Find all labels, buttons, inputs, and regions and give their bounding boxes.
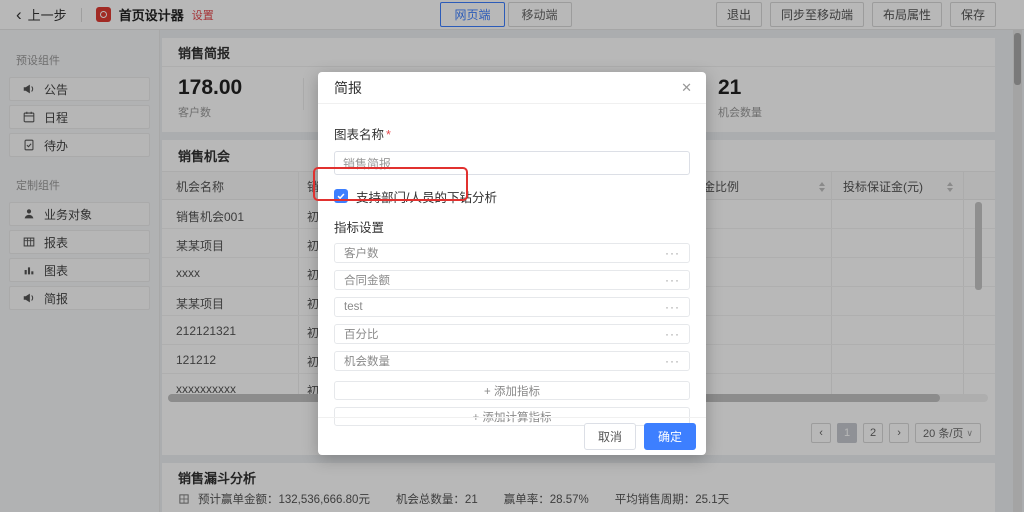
modal-title: 简报 <box>334 78 362 98</box>
required-asterisk: * <box>386 128 391 142</box>
cancel-button[interactable]: 取消 <box>584 423 636 450</box>
modal-footer: 取消 确定 <box>318 417 706 455</box>
more-options-icon[interactable]: ··· <box>665 354 680 368</box>
metrics-settings-label: 指标设置 <box>334 217 690 236</box>
metric-row[interactable]: 百分比 ··· <box>334 324 690 344</box>
metric-row[interactable]: 客户数 ··· <box>334 243 690 263</box>
chart-name-label: 图表名称* <box>334 124 690 143</box>
modal-body: 图表名称* 支持部门/人员的下钻分析 指标设置 客户数 ··· 合同金额 ···… <box>318 124 706 426</box>
check-icon <box>336 191 346 201</box>
more-options-icon[interactable]: ··· <box>665 327 680 341</box>
brief-settings-modal: 简报 ✕ 图表名称* 支持部门/人员的下钻分析 指标设置 客户数 ··· 合同金… <box>318 72 706 455</box>
drill-down-label: 支持部门/人员的下钻分析 <box>356 187 497 206</box>
homepage-designer-screen: ‹ 上一步 首页设计器 设置 网页端 移动端 退出 同步至移动端 布局属性 保存… <box>0 0 1024 512</box>
more-options-icon[interactable]: ··· <box>665 246 680 260</box>
confirm-button[interactable]: 确定 <box>644 423 696 450</box>
chart-name-input[interactable] <box>334 151 690 175</box>
modal-header: 简报 ✕ <box>318 72 706 104</box>
add-metric-button[interactable]: + 添加指标 <box>334 381 690 400</box>
drill-down-row: 支持部门/人员的下钻分析 <box>334 186 690 206</box>
drill-down-checkbox[interactable] <box>334 189 348 203</box>
metric-row[interactable]: 合同金额 ··· <box>334 270 690 290</box>
close-icon[interactable]: ✕ <box>681 80 692 96</box>
more-options-icon[interactable]: ··· <box>665 300 680 314</box>
metric-row[interactable]: 机会数量 ··· <box>334 351 690 371</box>
metric-row[interactable]: test ··· <box>334 297 690 317</box>
more-options-icon[interactable]: ··· <box>665 273 680 287</box>
